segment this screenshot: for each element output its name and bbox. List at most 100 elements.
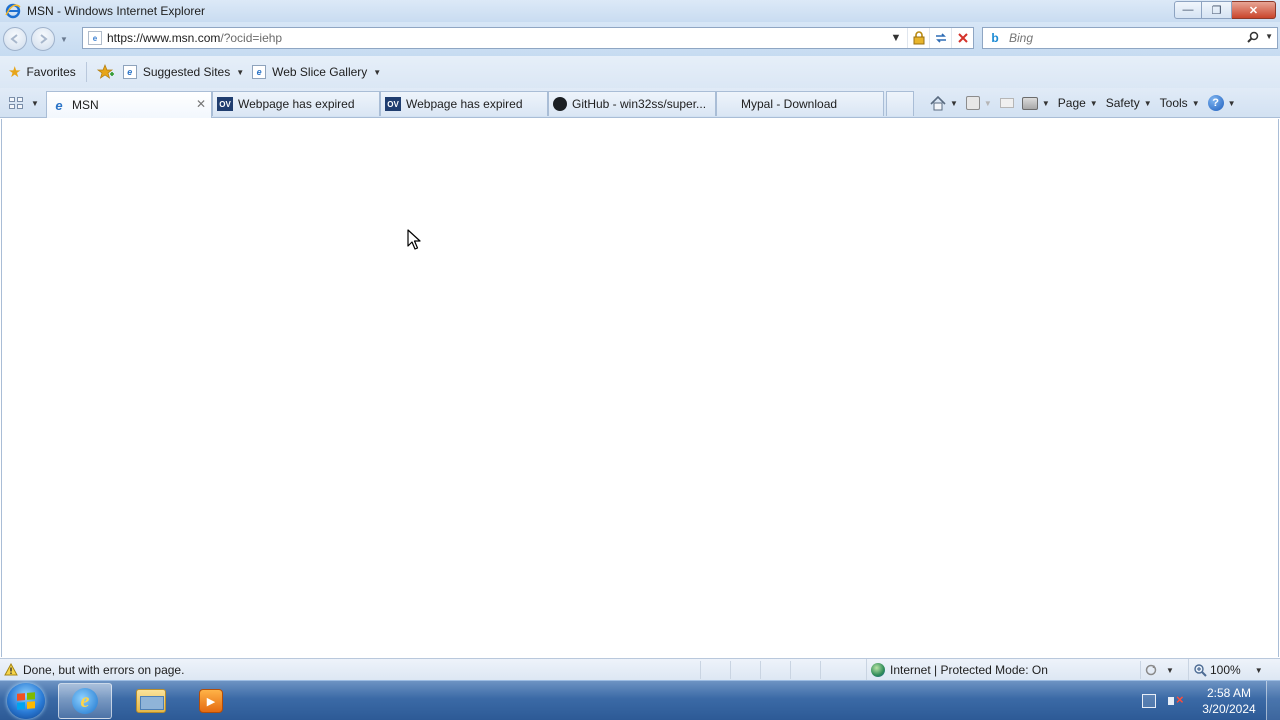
back-button[interactable] [3,27,27,51]
favorites-star-icon: ★ [8,64,22,81]
new-tab-button[interactable] [886,91,914,116]
web-slice-gallery-link[interactable]: e Web Slice Gallery ▼ [248,60,385,84]
tab-title: Webpage has expired [238,97,355,111]
volume-muted-icon[interactable] [1168,692,1184,708]
lock-icon[interactable] [907,28,929,48]
home-icon [930,95,946,110]
mail-icon [999,98,1014,108]
status-panels [700,661,850,679]
feeds-button[interactable]: ▼ [962,92,996,114]
notification-area [1142,681,1184,720]
chevron-down-icon: ▼ [1166,665,1174,675]
window-title: MSN - Windows Internet Explorer [27,4,206,18]
taskbar-media-player[interactable]: ▶ [184,683,238,719]
tab-webpage-expired-2[interactable]: OV Webpage has expired [380,91,548,116]
ov-favicon-icon: OV [217,97,233,111]
taskbar-windows-explorer[interactable] [124,683,178,719]
url-host: https://www.msn.com [107,31,221,45]
tab-github[interactable]: GitHub - win32ss/super... [548,91,716,116]
chevron-down-icon: ▼ [236,67,245,77]
tab-list-dropdown[interactable]: ▼ [31,99,39,108]
status-bar: Done, but with errors on page. Internet … [0,658,1280,681]
search-input[interactable] [1009,31,1249,45]
security-zone[interactable]: Internet | Protected Mode: On [866,659,1048,681]
restore-button[interactable]: ❐ [1202,1,1232,19]
quick-tabs-grid-icon [7,95,25,111]
tools-menu[interactable]: Tools ▼ [1156,92,1204,114]
printer-icon [1021,96,1038,110]
change-status-bar-button[interactable]: ▼ [1144,659,1174,681]
zoom-magnifier-icon [1194,664,1207,677]
recent-pages-dropdown[interactable]: ▼ [60,35,68,44]
web-slice-gallery-label: Web Slice Gallery [272,65,368,79]
chevron-down-icon: ▼ [1143,98,1152,108]
favorites-label: Favorites [26,65,76,79]
ie-page-icon: e [252,65,267,79]
window-controls: — ❐ ✕ [1174,1,1276,19]
show-desktop-button[interactable] [1266,681,1280,720]
help-icon: ? [1207,95,1224,111]
chevron-down-icon: ▼ [373,67,382,77]
bing-icon: b [991,31,999,45]
system-clock[interactable]: 2:58 AM 3/20/2024 [1196,685,1262,717]
ie-page-icon: e [122,65,137,79]
chevron-down-icon[interactable]: ▼ [1042,99,1050,108]
search-options-dropdown[interactable]: ▼ [1265,32,1273,41]
internet-globe-icon [871,663,885,677]
chevron-down-icon: ▼ [1227,98,1236,108]
title-bar: MSN - Windows Internet Explorer — ❐ ✕ [0,0,1280,22]
search-icon[interactable] [1247,31,1259,46]
read-mail-button[interactable] [996,92,1018,114]
zone-label: Internet | Protected Mode: On [890,663,1048,677]
search-box[interactable]: b ▼ [982,27,1278,49]
status-message: Done, but with errors on page. [23,662,185,677]
warning-icon[interactable] [4,663,18,676]
home-button[interactable]: ▼ [926,92,962,114]
tab-title: Mypal - Download [741,97,838,111]
safety-menu[interactable]: Safety ▼ [1102,92,1156,114]
ov-favicon-icon: OV [385,97,401,111]
close-tab-icon[interactable]: ✕ [196,97,206,111]
zoom-level: 100% [1210,663,1241,677]
tab-title: Webpage has expired [406,97,523,111]
page-content-area[interactable] [1,119,1279,657]
taskbar-internet-explorer[interactable]: e [58,683,112,719]
forward-arrow-icon [40,34,48,44]
address-tools: ▼ [885,28,973,48]
add-favorite-icon [96,64,114,79]
tab-mypal-download[interactable]: Mypal - Download [716,91,884,116]
page-menu-label: Page [1057,96,1086,110]
add-to-favorites-bar-button[interactable] [93,60,119,84]
chevron-down-icon[interactable]: ▼ [984,99,992,108]
start-button[interactable] [7,683,45,719]
help-menu[interactable]: ? ▼ [1204,92,1240,114]
suggested-sites-link[interactable]: e Suggested Sites ▼ [119,60,248,84]
safety-menu-label: Safety [1105,96,1140,110]
forward-button[interactable] [31,27,55,51]
address-bar[interactable]: e https://www.msn.com/?ocid=iehp ▼ [82,27,974,49]
close-button[interactable]: ✕ [1232,1,1276,19]
tab-webpage-expired-1[interactable]: OV Webpage has expired [212,91,380,116]
command-bar: ▼ ▼ ▼ Page ▼ Safety ▼ Tools ▼ ? ▼ [926,92,1240,114]
action-center-flag-icon[interactable] [1142,694,1156,708]
url-text[interactable]: https://www.msn.com/?ocid=iehp [107,31,282,45]
page-menu[interactable]: Page ▼ [1054,92,1102,114]
navigation-bar: ▼ e https://www.msn.com/?ocid=iehp ▼ b ▼ [0,22,1280,56]
chevron-down-icon[interactable]: ▼ [950,99,958,108]
stop-icon[interactable] [951,28,973,48]
tab-msn[interactable]: e MSN ✕ [46,91,212,118]
folder-icon [136,689,166,713]
favorites-button[interactable]: ★ Favorites [4,60,80,84]
suggested-sites-label: Suggested Sites [142,65,231,79]
refresh-icon[interactable] [929,28,951,48]
page-icon: e [88,31,102,45]
github-favicon-icon [553,97,567,111]
print-button[interactable]: ▼ [1018,92,1054,114]
chevron-down-icon[interactable]: ▼ [1255,666,1263,675]
minimize-button[interactable]: — [1174,1,1202,19]
quick-tabs-button[interactable]: ▼ [7,93,45,113]
zoom-control[interactable]: 100% ▼ [1188,659,1263,681]
media-player-icon: ▶ [199,689,223,713]
tab-title: MSN [72,98,99,112]
address-dropdown-icon[interactable]: ▼ [885,28,907,48]
